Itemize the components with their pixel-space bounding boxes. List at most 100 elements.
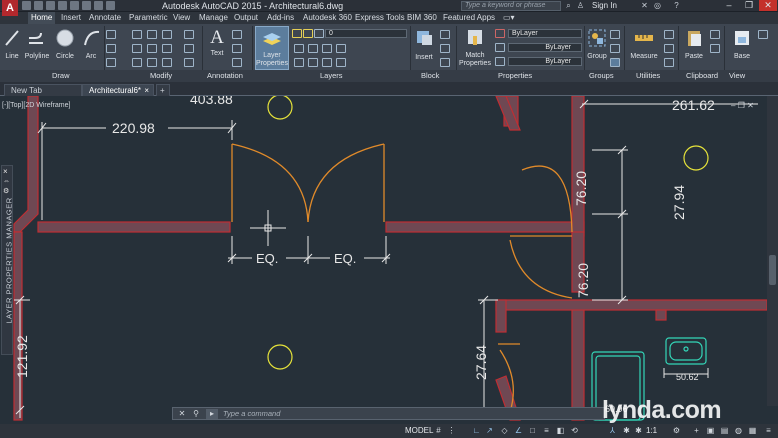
- layer-tool-icon[interactable]: [336, 58, 346, 67]
- polar-icon[interactable]: ↗: [485, 426, 494, 435]
- quick-properties-icon[interactable]: ▤: [720, 426, 729, 435]
- insert-button[interactable]: Insert: [412, 27, 436, 62]
- match-properties-button[interactable]: Match Properties: [458, 27, 492, 68]
- view-tool-icon[interactable]: [758, 30, 768, 39]
- open-icon[interactable]: [34, 1, 43, 10]
- ribbon-options-icon[interactable]: ▭▾: [500, 12, 518, 24]
- panel-draw[interactable]: Draw: [52, 71, 70, 80]
- create-block-icon[interactable]: [440, 30, 450, 39]
- vertical-scrollbar[interactable]: [767, 96, 778, 406]
- copy-clip-icon[interactable]: [710, 44, 720, 53]
- annotation-scale[interactable]: 1:1: [646, 425, 657, 437]
- tab-annotate[interactable]: Annotate: [86, 12, 124, 24]
- lineweight-status-icon[interactable]: ≡: [542, 426, 551, 435]
- panel-layers[interactable]: Layers: [320, 71, 343, 80]
- customize-icon[interactable]: ⚲: [191, 409, 201, 419]
- save-as-icon[interactable]: [58, 1, 67, 10]
- mirror-icon[interactable]: [147, 44, 157, 53]
- close-viewport-icon[interactable]: ✕: [747, 101, 754, 110]
- layer-freeze-icon[interactable]: [303, 29, 313, 38]
- attribute-icon[interactable]: [440, 58, 450, 67]
- autocad-logo-button[interactable]: A: [2, 0, 18, 16]
- tab-insert[interactable]: Insert: [58, 12, 84, 24]
- group-edit-icon[interactable]: [610, 44, 620, 53]
- panel-modify[interactable]: Modify: [150, 71, 172, 80]
- layer-dropdown[interactable]: 0: [325, 29, 407, 38]
- dimension-icon[interactable]: [232, 30, 242, 39]
- panel-block[interactable]: Block: [421, 71, 439, 80]
- tab-output[interactable]: Output: [231, 12, 261, 24]
- tab-add-ins[interactable]: Add-ins: [264, 12, 297, 24]
- ungroup-icon[interactable]: [610, 30, 620, 39]
- floor-plan-drawing[interactable]: 403.88 220.98 261.62 EQ. EQ. 76.20 27.94…: [0, 96, 778, 430]
- trim-icon[interactable]: [162, 30, 172, 39]
- array-icon[interactable]: [162, 58, 172, 67]
- sign-in-button[interactable]: Sign In: [592, 0, 617, 12]
- cut-icon[interactable]: [710, 30, 720, 39]
- plot-icon[interactable]: [70, 1, 79, 10]
- panel-groups[interactable]: Groups: [589, 71, 614, 80]
- tab-express-tools[interactable]: Express Tools: [352, 12, 408, 24]
- model-space-button[interactable]: MODEL: [402, 425, 436, 437]
- region-icon[interactable]: [106, 58, 116, 67]
- rectangle-icon[interactable]: [106, 30, 116, 39]
- restore-viewport-icon[interactable]: ❐: [738, 101, 745, 110]
- recent-commands-icon[interactable]: ▸: [206, 409, 218, 419]
- layer-on-icon[interactable]: [292, 29, 302, 38]
- layer-tool-icon[interactable]: [308, 58, 318, 67]
- polyline-button[interactable]: Polyline: [22, 28, 52, 61]
- panel-utilities[interactable]: Utilities: [636, 71, 660, 80]
- layer-properties-button[interactable]: Layer Properties: [255, 26, 289, 70]
- color-icon[interactable]: [495, 29, 505, 38]
- text-button[interactable]: A Text: [206, 28, 228, 58]
- layer-lock-icon[interactable]: [314, 29, 324, 38]
- tab-view[interactable]: View: [170, 12, 193, 24]
- measure-button[interactable]: Measure: [628, 28, 660, 61]
- tab-featured-apps[interactable]: Featured Apps: [440, 12, 498, 24]
- selection-cycling-icon[interactable]: ⟲: [570, 426, 579, 435]
- command-line[interactable]: ✕ ⚲ ▸ Type a command: [172, 407, 605, 420]
- layer-tool-icon[interactable]: [322, 44, 332, 53]
- lineweight-icon[interactable]: [495, 57, 505, 66]
- redo-icon[interactable]: [94, 1, 103, 10]
- drawing-canvas[interactable]: 403.88 220.98 261.62 EQ. EQ. 76.20 27.94…: [0, 96, 778, 430]
- share-icon[interactable]: [106, 1, 115, 10]
- linetype-dropdown[interactable]: ByLayer: [508, 43, 582, 52]
- transparency-icon[interactable]: ◧: [556, 426, 565, 435]
- object-snap-icon[interactable]: □: [528, 426, 537, 435]
- grid-icon[interactable]: #: [434, 426, 443, 435]
- stretch-icon[interactable]: [132, 58, 142, 67]
- search-icon[interactable]: ⌕: [564, 1, 573, 10]
- scale-icon[interactable]: [147, 58, 157, 67]
- copy-icon[interactable]: [132, 44, 142, 53]
- layer-tool-icon[interactable]: [322, 58, 332, 67]
- command-input[interactable]: Type a command: [223, 408, 280, 420]
- tab-autodesk-360[interactable]: Autodesk 360: [300, 12, 355, 24]
- calculator-icon[interactable]: [664, 44, 674, 53]
- viewport-controls[interactable]: [-][Top][2D Wireframe]: [2, 102, 70, 110]
- paste-button[interactable]: Paste: [682, 28, 706, 61]
- auto-scale-icon[interactable]: ✱: [634, 426, 643, 435]
- save-icon[interactable]: [46, 1, 55, 10]
- edit-block-icon[interactable]: [440, 44, 450, 53]
- dynamic-ucs-icon[interactable]: ⅄: [608, 426, 617, 435]
- linetype-icon[interactable]: [495, 43, 505, 52]
- restore-icon[interactable]: ❐: [740, 0, 758, 11]
- fillet-icon[interactable]: [162, 44, 172, 53]
- isodraft-icon[interactable]: ◇: [500, 426, 509, 435]
- table-icon[interactable]: [232, 58, 242, 67]
- panel-annotation[interactable]: Annotation: [207, 71, 243, 80]
- file-tab-new[interactable]: New Tab: [4, 84, 82, 96]
- new-icon[interactable]: [22, 1, 31, 10]
- search-input[interactable]: Type a keyword or phrase: [461, 1, 561, 11]
- close-commandline-icon[interactable]: ✕: [177, 409, 187, 419]
- exchange-icon[interactable]: ✕: [640, 1, 649, 10]
- file-tab-architectural6[interactable]: Architectural6* ×: [82, 84, 154, 96]
- snap-icon[interactable]: ⋮: [447, 426, 456, 435]
- arc-button[interactable]: Arc: [82, 28, 100, 61]
- quick-select-icon[interactable]: [664, 30, 674, 39]
- group-button[interactable]: Group: [586, 28, 608, 61]
- tab-manage[interactable]: Manage: [196, 12, 231, 24]
- tab-home[interactable]: Home: [28, 12, 56, 24]
- undo-icon[interactable]: [82, 1, 91, 10]
